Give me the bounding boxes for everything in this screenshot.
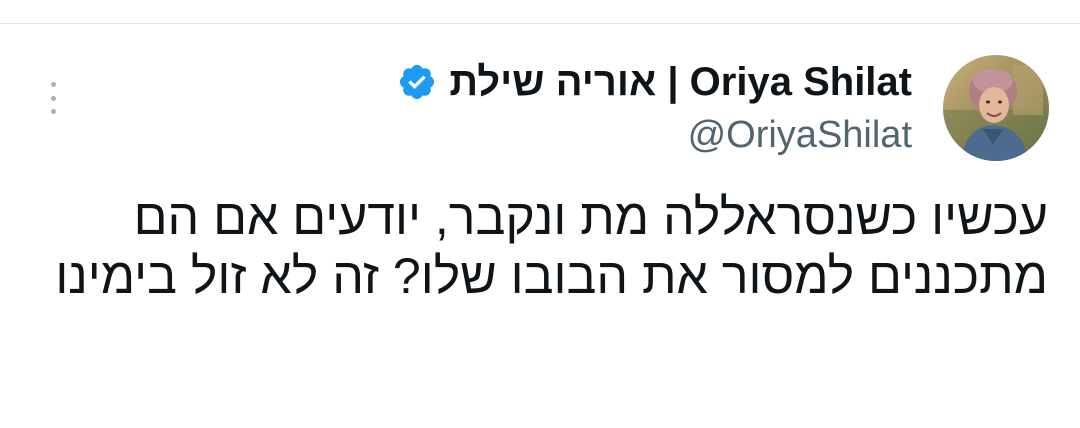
tweet-text: עכשיו כשנסראללה מת ונקבר, יודעים אם הם מ… (55, 189, 1048, 304)
more-vertical-icon (50, 95, 56, 101)
author-handle[interactable]: @OriyaShilat (688, 112, 912, 158)
author-display-name[interactable]: אוריה שילת | Oriya Shilat (449, 58, 912, 106)
more-vertical-icon (50, 82, 56, 87)
author-name-row[interactable]: אוריה שילת | Oriya Shilat (397, 58, 912, 106)
more-options-button[interactable] (38, 80, 68, 116)
tweet-header: אוריה שילת | Oriya Shilat @OriyaShilat (292, 54, 912, 164)
top-divider (0, 23, 1080, 24)
verified-badge-icon (400, 64, 435, 100)
more-vertical-icon (50, 109, 56, 114)
tweet-card: אוריה שילת | Oriya Shilat @OriyaShilat ע… (0, 0, 1080, 428)
avatar[interactable] (943, 55, 1049, 161)
avatar-image (943, 55, 1049, 161)
